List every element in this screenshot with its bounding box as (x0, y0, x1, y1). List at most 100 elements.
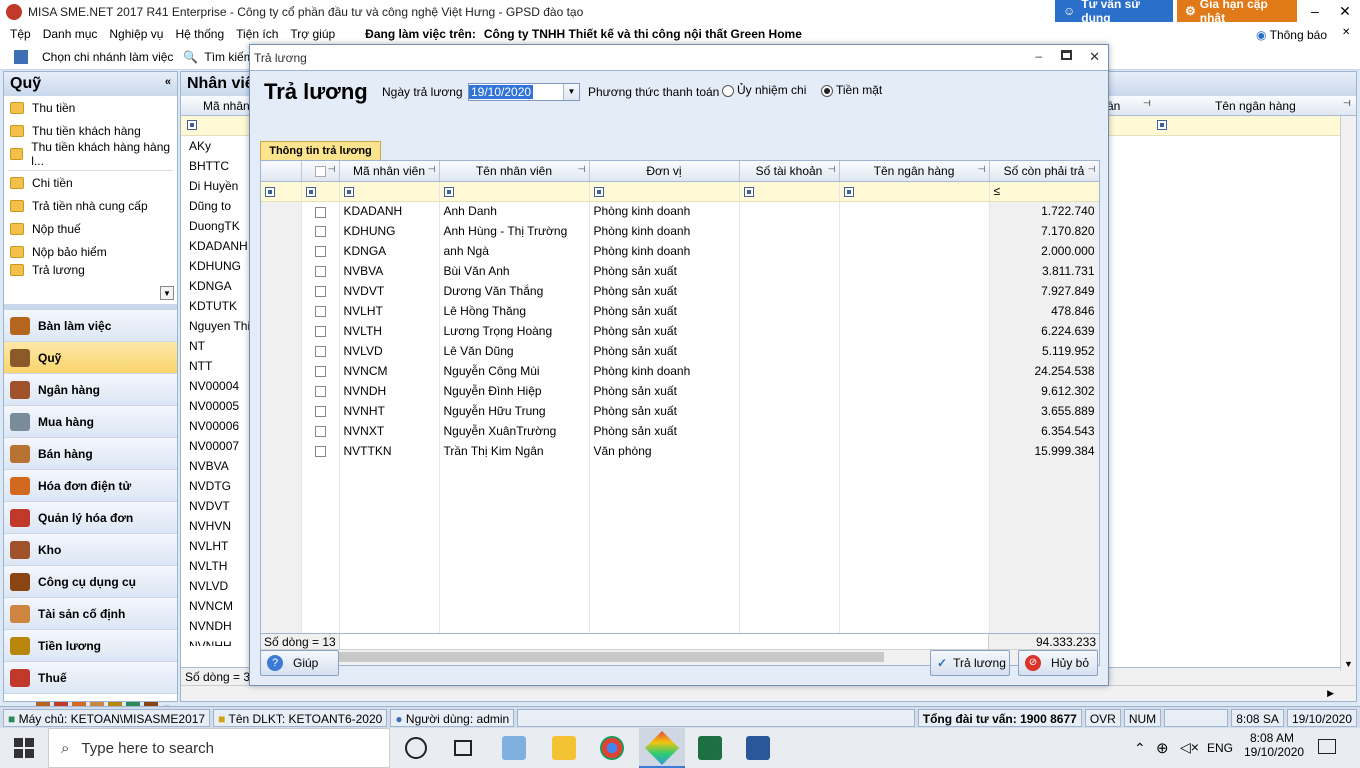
radio-transfer[interactable]: Ủy nhiệm chi (722, 83, 806, 97)
filter-operator[interactable]: ≤ (989, 181, 1099, 202)
table-row[interactable]: NVLVD Lê Văn Dũng Phòng sản xuất 5.119.952 (261, 341, 1099, 361)
module-0[interactable]: Bàn làm việc (4, 309, 177, 341)
row-checkbox-cell[interactable] (301, 201, 340, 221)
row-checkbox-cell[interactable] (301, 241, 340, 261)
menu-utilities[interactable]: Tiện ích (230, 27, 284, 41)
filter-icon[interactable] (743, 186, 754, 197)
table-row[interactable]: NVNXT Nguyễn XuânTrường Phòng sản xuất 6.35… (261, 421, 1099, 441)
cancel-button[interactable]: ⊘ Hủy bỏ (1018, 650, 1098, 676)
pin-icon[interactable]: ⊣ (1143, 98, 1151, 109)
column-header-account[interactable]: Số tài khoản ⊣ (739, 161, 840, 182)
sidebar-item-payment[interactable]: Chi tiền (4, 171, 177, 194)
sidebar-item-tax[interactable]: Nộp thuế (4, 217, 177, 240)
table-row[interactable]: KDHUNG Anh Hùng - Thị Trường Phòng kinh do… (261, 221, 1099, 241)
row-checkbox-cell[interactable] (301, 341, 340, 361)
table-row[interactable]: KDADANH Anh Danh Phòng kinh doanh 1.722.740 (261, 201, 1099, 221)
menu-help[interactable]: Trợ giúp (284, 27, 341, 41)
filter-icon[interactable] (343, 186, 354, 197)
row-selector[interactable] (261, 221, 302, 241)
close-icon[interactable]: ✕ (1089, 49, 1100, 65)
table-row[interactable]: NVTTKN Trần Thị Kim Ngân Văn phòng 15.999.3… (261, 441, 1099, 461)
row-checkbox[interactable] (314, 446, 326, 458)
module-3[interactable]: Mua hàng (4, 405, 177, 437)
filter-icon[interactable] (1157, 120, 1167, 130)
windows-start-icon[interactable] (14, 738, 34, 758)
filter-cell[interactable] (739, 181, 840, 202)
search-button[interactable]: Tìm kiếm (204, 50, 253, 64)
table-row[interactable]: NVLTH Lương Trọng Hoàng Phòng sản xuất 6.22… (261, 321, 1099, 341)
row-selector[interactable] (261, 241, 302, 261)
module-10[interactable]: Tiền lương (4, 629, 177, 661)
row-checkbox[interactable] (314, 206, 326, 218)
renew-button[interactable]: ⚙ Gia hạn cập nhật (1177, 0, 1297, 25)
scroll-right-icon[interactable]: ▶ (1327, 688, 1334, 699)
row-checkbox-cell[interactable] (301, 361, 340, 381)
branch-button[interactable]: Chọn chi nhánh làm việc (42, 50, 173, 64)
column-header-unit[interactable]: Đơn vị (589, 161, 740, 182)
table-row[interactable]: NVNCM Nguyễn Công Mùi Phòng kinh doanh 24.2… (261, 361, 1099, 381)
column-header-partial[interactable]: ần (1107, 99, 1120, 113)
module-9[interactable]: Tài sản cố định (4, 597, 177, 629)
row-selector[interactable] (261, 261, 302, 281)
row-checkbox[interactable] (314, 406, 326, 418)
row-checkbox[interactable] (314, 346, 326, 358)
row-selector[interactable] (261, 421, 302, 441)
tab-payment-info[interactable]: Thông tin trả lương (260, 141, 381, 161)
radio-cash[interactable]: Tiền mặt (821, 83, 882, 97)
row-checkbox-cell[interactable] (301, 301, 340, 321)
module-8[interactable]: Công cụ dụng cụ (4, 565, 177, 597)
excel-icon[interactable] (698, 736, 722, 760)
volume-muted-icon[interactable]: ◁× (1180, 739, 1199, 756)
taskbar-clock[interactable]: 8:08 AM 19/10/2020 (1244, 731, 1304, 759)
notify-button[interactable]: ◉ Thông báo (1256, 28, 1327, 42)
row-selector[interactable] (261, 301, 302, 321)
menu-catalog[interactable]: Danh mục (37, 27, 104, 41)
filter-icon[interactable] (843, 186, 854, 197)
column-header-remaining[interactable]: Số còn phải trả ⊣ (989, 161, 1099, 182)
table-row[interactable]: NVLHT Lê Hồng Thăng Phòng sản xuất 478.846 (261, 301, 1099, 321)
scroll-thumb[interactable] (279, 652, 884, 662)
module-4[interactable]: Bán hàng (4, 437, 177, 469)
module-7[interactable]: Kho (4, 533, 177, 565)
word-icon[interactable] (746, 736, 770, 760)
pin-icon[interactable]: ⊣ (1343, 98, 1351, 109)
row-selector[interactable] (261, 401, 302, 421)
row-checkbox-cell[interactable] (301, 421, 340, 441)
row-checkbox-cell[interactable] (301, 261, 340, 281)
column-header-bank[interactable]: Tên ngân hàng ⊣ (839, 161, 990, 182)
scroll-down-icon[interactable]: ▼ (160, 286, 174, 300)
module-6[interactable]: Quản lý hóa đơn (4, 501, 177, 533)
module-2[interactable]: Ngân hàng (4, 373, 177, 405)
help-button[interactable]: ? Giúp (260, 650, 339, 676)
table-row[interactable]: NVNDH Nguyễn Đình Hiệp Phòng sản xuất 9.612… (261, 381, 1099, 401)
chrome-icon[interactable] (600, 736, 624, 760)
table-row[interactable]: NVBVA Bùi Văn Anh Phòng sản xuất 3.811.731 (261, 261, 1099, 281)
column-header-bank[interactable]: Tên ngân hàng (1215, 99, 1296, 113)
filter-cell[interactable] (301, 181, 340, 202)
filter-icon[interactable] (265, 186, 275, 197)
row-selector[interactable] (261, 281, 302, 301)
row-checkbox[interactable] (314, 326, 326, 338)
paint-icon[interactable] (502, 736, 526, 760)
language-indicator[interactable]: ENG (1207, 741, 1233, 755)
filter-cell[interactable] (839, 181, 990, 202)
row-checkbox[interactable] (314, 366, 326, 378)
table-row[interactable]: NVNHT Nguyễn Hữu Trung Phòng sản xuất 3.655… (261, 401, 1099, 421)
row-checkbox-cell[interactable] (301, 221, 340, 241)
row-checkbox-cell[interactable] (301, 281, 340, 301)
sidebar-item-insurance[interactable]: Nộp bảo hiểm (4, 240, 177, 263)
sidebar-item-receipt[interactable]: Thu tiền (4, 96, 177, 119)
menu-operations[interactable]: Nghiệp vụ (103, 27, 169, 41)
row-checkbox[interactable] (314, 306, 326, 318)
misa-taskbar-item[interactable] (639, 728, 685, 768)
row-selector[interactable] (261, 321, 302, 341)
filter-icon[interactable] (305, 186, 316, 197)
select-all-checkbox[interactable] (314, 166, 326, 178)
task-view-icon[interactable] (454, 740, 472, 756)
consult-button[interactable]: ☺ Tư vấn sử dụng (1055, 0, 1173, 25)
filter-cell[interactable] (439, 181, 590, 202)
row-checkbox[interactable] (314, 266, 326, 278)
close-doc-icon[interactable]: ✕ (1342, 27, 1350, 38)
filter-icon[interactable] (443, 186, 454, 197)
chevron-up-icon[interactable]: ⌃ (1134, 740, 1146, 757)
